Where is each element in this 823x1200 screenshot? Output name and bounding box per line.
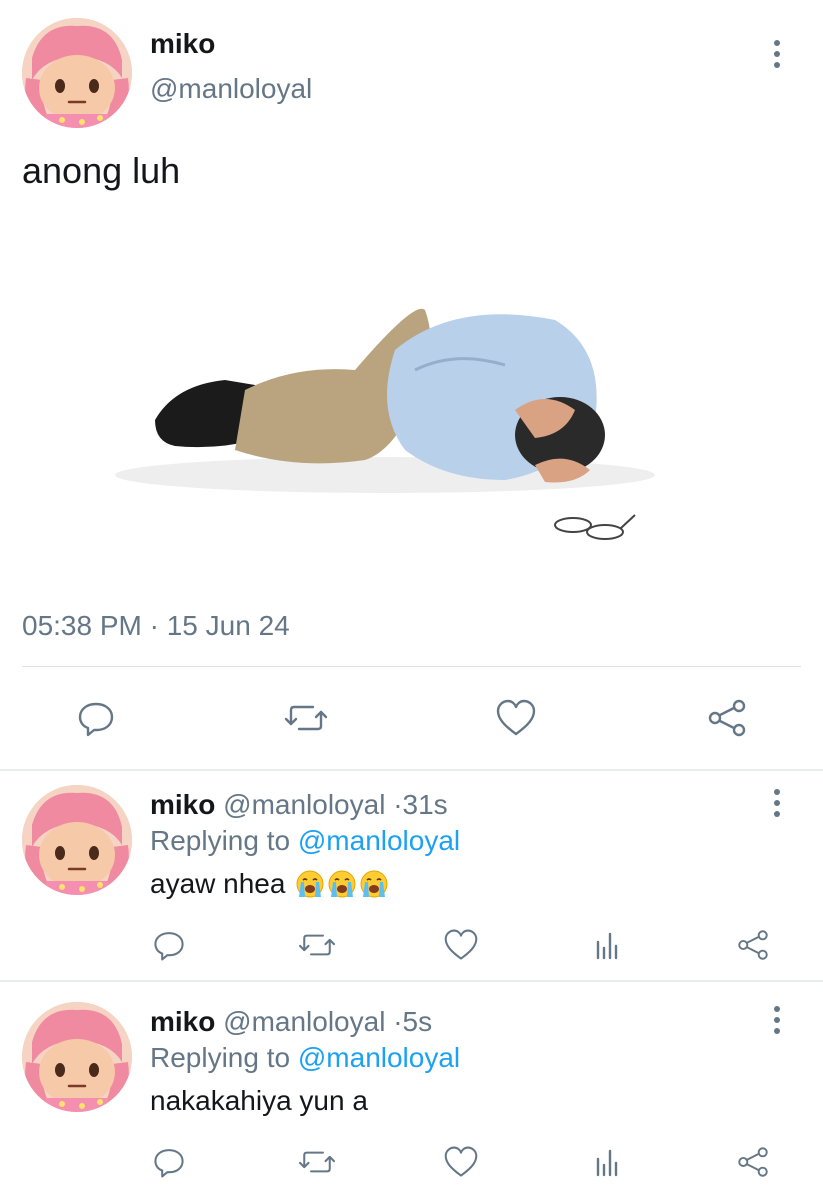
author-name[interactable]: miko xyxy=(150,28,215,60)
avatar[interactable] xyxy=(22,785,132,895)
analytics-icon[interactable] xyxy=(590,1144,626,1180)
mention-link[interactable]: @manloloyal xyxy=(298,1042,460,1073)
tweet-timestamp: 05:38 PM · 15 Jun 24 xyxy=(22,610,290,641)
replying-label: Replying to xyxy=(150,825,291,856)
more-options-icon[interactable] xyxy=(771,40,783,70)
author-handle[interactable]: @manloloyal xyxy=(223,1006,385,1037)
reply-tweet: miko @manloloyal ·31s Replying to @manlo… xyxy=(0,771,823,986)
tweet-text: anong luh xyxy=(22,150,181,191)
avatar[interactable] xyxy=(22,1002,132,1112)
replying-to: Replying to @manloloyal xyxy=(150,1042,460,1074)
share-icon[interactable] xyxy=(734,927,772,963)
author-handle[interactable]: @manloloyal xyxy=(223,789,385,820)
share-icon[interactable] xyxy=(734,1144,772,1180)
more-options-icon[interactable] xyxy=(771,789,783,819)
retweet-icon[interactable] xyxy=(282,696,330,740)
replying-label: Replying to xyxy=(150,1042,291,1073)
separator: · xyxy=(393,789,403,820)
tweet-text-content: ayaw nhea xyxy=(150,868,286,899)
reply-header: miko @manloloyal ·5s xyxy=(150,1006,432,1038)
loudly-crying-face-icon xyxy=(359,869,389,899)
divider xyxy=(22,666,801,667)
main-tweet: miko @manloloyal anong luh 05:38 PM · 15… xyxy=(0,0,823,770)
tweet-text: ayaw nhea xyxy=(150,868,389,900)
loudly-crying-face-icon xyxy=(295,869,325,899)
author-name[interactable]: miko xyxy=(150,1006,215,1037)
divider xyxy=(0,980,823,982)
reply-header: miko @manloloyal ·31s xyxy=(150,789,448,821)
separator: · xyxy=(393,1006,403,1037)
tweet-time: 31s xyxy=(402,789,448,820)
like-icon[interactable] xyxy=(494,696,538,740)
like-icon[interactable] xyxy=(442,1144,480,1180)
retweet-icon[interactable] xyxy=(296,927,338,963)
reply-icon[interactable] xyxy=(74,696,118,740)
tweet-image[interactable] xyxy=(95,270,685,570)
person-curled-on-floor-photo xyxy=(115,308,655,540)
author-name[interactable]: miko xyxy=(150,789,215,820)
tweet-time: 5s xyxy=(402,1006,433,1037)
loudly-crying-face-icon xyxy=(327,869,357,899)
like-icon[interactable] xyxy=(442,927,480,963)
reply-icon[interactable] xyxy=(150,927,188,963)
tweet-text: nakakahiya yun a xyxy=(150,1085,368,1116)
mention-link[interactable]: @manloloyal xyxy=(298,825,460,856)
reply-tweet: miko @manloloyal ·5s Replying to @manlol… xyxy=(0,988,823,1200)
share-icon[interactable] xyxy=(705,696,749,740)
analytics-icon[interactable] xyxy=(590,927,626,963)
retweet-icon[interactable] xyxy=(296,1144,338,1180)
replying-to: Replying to @manloloyal xyxy=(150,825,460,857)
avatar[interactable] xyxy=(22,18,132,128)
more-options-icon[interactable] xyxy=(771,1006,783,1036)
author-handle[interactable]: @manloloyal xyxy=(150,73,312,105)
reply-icon[interactable] xyxy=(150,1144,188,1180)
